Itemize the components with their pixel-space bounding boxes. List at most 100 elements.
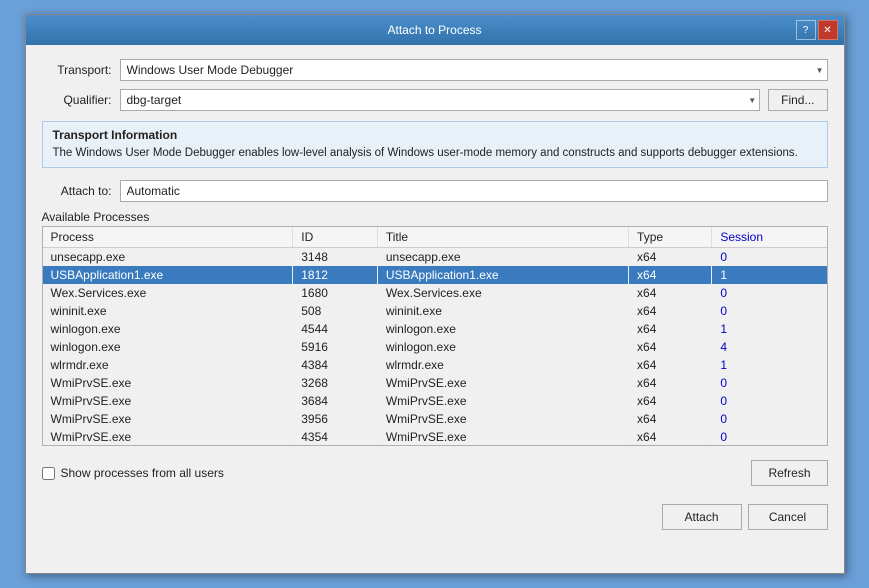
cell-title: Wex.Services.exe (377, 284, 628, 302)
transport-info-title: Transport Information (53, 128, 817, 142)
cell-id: 3148 (293, 248, 378, 267)
title-bar-controls: ? ✕ (796, 20, 838, 40)
qualifier-dropdown[interactable]: dbg-target (120, 89, 761, 111)
table-row[interactable]: Wex.Services.exe 1680 Wex.Services.exe x… (43, 284, 827, 302)
cell-type: x64 (629, 338, 712, 356)
process-table: Process ID Title Type Session unsecapp.e… (43, 227, 827, 446)
cell-type: x64 (629, 320, 712, 338)
cell-title: WmiPrvSE.exe (377, 428, 628, 446)
dialog-body: Transport: Windows User Mode Debugger ▼ … (26, 45, 844, 573)
cell-id: 4354 (293, 428, 378, 446)
cell-session: 1 (712, 356, 827, 374)
show-all-label: Show processes from all users (61, 466, 224, 480)
cell-type: x64 (629, 392, 712, 410)
cell-title: unsecapp.exe (377, 248, 628, 267)
table-row[interactable]: WmiPrvSE.exe 3684 WmiPrvSE.exe x64 0 (43, 392, 827, 410)
cell-type: x64 (629, 284, 712, 302)
col-type: Type (629, 227, 712, 248)
attach-to-input[interactable] (120, 180, 828, 202)
cell-id: 5916 (293, 338, 378, 356)
cell-type: x64 (629, 428, 712, 446)
attach-to-row: Attach to: (42, 180, 828, 202)
cell-type: x64 (629, 374, 712, 392)
cell-process: WmiPrvSE.exe (43, 428, 293, 446)
cell-id: 508 (293, 302, 378, 320)
refresh-button[interactable]: Refresh (751, 460, 827, 486)
cell-session: 0 (712, 410, 827, 428)
cell-process: Wex.Services.exe (43, 284, 293, 302)
cell-process: WmiPrvSE.exe (43, 410, 293, 428)
table-row[interactable]: WmiPrvSE.exe 3268 WmiPrvSE.exe x64 0 (43, 374, 827, 392)
cell-session: 1 (712, 266, 827, 284)
find-button[interactable]: Find... (768, 89, 827, 111)
cancel-button[interactable]: Cancel (748, 504, 828, 530)
cell-id: 3684 (293, 392, 378, 410)
cell-type: x64 (629, 248, 712, 267)
transport-info-text: The Windows User Mode Debugger enables l… (53, 145, 817, 161)
show-all-checkbox[interactable] (42, 467, 55, 480)
cell-title: winlogon.exe (377, 320, 628, 338)
table-row[interactable]: winlogon.exe 4544 winlogon.exe x64 1 (43, 320, 827, 338)
cell-process: winlogon.exe (43, 320, 293, 338)
transport-dropdown[interactable]: Windows User Mode Debugger (120, 59, 828, 81)
cell-id: 3268 (293, 374, 378, 392)
table-row[interactable]: WmiPrvSE.exe 3956 WmiPrvSE.exe x64 0 (43, 410, 827, 428)
table-row[interactable]: unsecapp.exe 3148 unsecapp.exe x64 0 (43, 248, 827, 267)
col-process: Process (43, 227, 293, 248)
attach-to-process-dialog: Attach to Process ? ✕ Transport: Windows… (25, 14, 845, 574)
cell-title: WmiPrvSE.exe (377, 392, 628, 410)
table-header: Process ID Title Type Session (43, 227, 827, 248)
cell-process: wininit.exe (43, 302, 293, 320)
table-row[interactable]: wininit.exe 508 wininit.exe x64 0 (43, 302, 827, 320)
show-all-row: Show processes from all users (42, 466, 224, 480)
process-table-body: unsecapp.exe 3148 unsecapp.exe x64 0 USB… (43, 248, 827, 447)
qualifier-label: Qualifier: (42, 93, 112, 107)
cell-session: 0 (712, 248, 827, 267)
cell-id: 1680 (293, 284, 378, 302)
available-processes-section: Available Processes Process ID Title Typ… (42, 210, 828, 446)
cell-session: 0 (712, 428, 827, 446)
bottom-row: Show processes from all users Refresh (42, 460, 828, 486)
cell-title: wininit.exe (377, 302, 628, 320)
cell-type: x64 (629, 356, 712, 374)
cell-process: wlrmdr.exe (43, 356, 293, 374)
cell-id: 4544 (293, 320, 378, 338)
action-buttons: Attach Cancel (42, 504, 828, 530)
col-session: Session (712, 227, 827, 248)
cell-process: USBApplication1.exe (43, 266, 293, 284)
help-button[interactable]: ? (796, 20, 816, 40)
table-row[interactable]: WmiPrvSE.exe 4354 WmiPrvSE.exe x64 0 (43, 428, 827, 446)
cell-process: unsecapp.exe (43, 248, 293, 267)
cell-title: WmiPrvSE.exe (377, 374, 628, 392)
table-row[interactable]: USBApplication1.exe 1812 USBApplication1… (43, 266, 827, 284)
transport-dropdown-wrapper: Windows User Mode Debugger ▼ (120, 59, 828, 81)
col-id: ID (293, 227, 378, 248)
cell-session: 0 (712, 302, 827, 320)
cell-process: WmiPrvSE.exe (43, 374, 293, 392)
cell-session: 0 (712, 374, 827, 392)
cell-session: 0 (712, 284, 827, 302)
title-bar: Attach to Process ? ✕ (26, 15, 844, 45)
cell-id: 4384 (293, 356, 378, 374)
cell-session: 4 (712, 338, 827, 356)
attach-button[interactable]: Attach (662, 504, 742, 530)
dialog-title: Attach to Process (387, 23, 481, 37)
transport-label: Transport: (42, 63, 112, 77)
qualifier-row: Qualifier: dbg-target ▼ Find... (42, 89, 828, 111)
transport-info-box: Transport Information The Windows User M… (42, 121, 828, 168)
available-processes-label: Available Processes (42, 210, 828, 224)
table-row[interactable]: winlogon.exe 5916 winlogon.exe x64 4 (43, 338, 827, 356)
cell-title: WmiPrvSE.exe (377, 410, 628, 428)
cell-title: USBApplication1.exe (377, 266, 628, 284)
close-button[interactable]: ✕ (818, 20, 838, 40)
cell-process: winlogon.exe (43, 338, 293, 356)
cell-id: 3956 (293, 410, 378, 428)
transport-row: Transport: Windows User Mode Debugger ▼ (42, 59, 828, 81)
process-table-container[interactable]: Process ID Title Type Session unsecapp.e… (42, 226, 828, 446)
attach-to-label: Attach to: (42, 184, 112, 198)
cell-title: wlrmdr.exe (377, 356, 628, 374)
cell-title: winlogon.exe (377, 338, 628, 356)
qualifier-dropdown-wrapper: dbg-target ▼ (120, 89, 761, 111)
cell-process: WmiPrvSE.exe (43, 392, 293, 410)
table-row[interactable]: wlrmdr.exe 4384 wlrmdr.exe x64 1 (43, 356, 827, 374)
